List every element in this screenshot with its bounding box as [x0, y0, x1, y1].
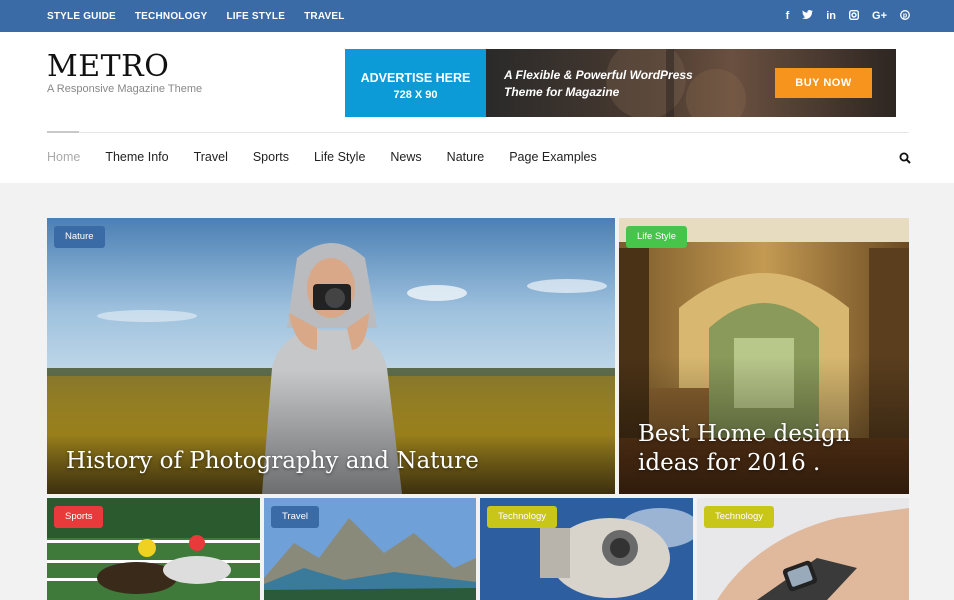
category-badge-technology-2[interactable]: Technology	[704, 506, 775, 528]
nav-item-home[interactable]: Home	[47, 150, 80, 164]
top-link-travel[interactable]: TRAVEL	[304, 11, 344, 22]
featured-title-2-line-2: ideas for 2016 .	[638, 450, 821, 476]
buy-now-button[interactable]: BUY NOW	[775, 68, 872, 98]
instagram-icon[interactable]	[849, 9, 860, 23]
site-header: METRO A Responsive Magazine Theme ADVERT…	[0, 32, 954, 183]
ad-placeholder-title: ADVERTISE HERE	[360, 71, 471, 85]
active-nav-indicator	[47, 131, 79, 133]
facebook-icon[interactable]: f	[786, 10, 790, 22]
nav-item-travel[interactable]: Travel	[194, 150, 228, 164]
ad-text-line-1: A Flexible & Powerful WordPress	[504, 68, 693, 82]
svg-text:p: p	[903, 12, 907, 19]
top-link-style-guide[interactable]: STYLE GUIDE	[47, 11, 116, 22]
nav-item-nature[interactable]: Nature	[447, 150, 485, 164]
nav-item-page-examples[interactable]: Page Examples	[509, 150, 597, 164]
nav-item-sports[interactable]: Sports	[253, 150, 289, 164]
thumb-post-sports[interactable]: Sports	[47, 498, 260, 600]
category-badge-travel[interactable]: Travel	[271, 506, 320, 528]
site-logo[interactable]: METRO	[47, 49, 169, 84]
ad-text-line-2: Theme for Magazine	[504, 85, 620, 99]
featured-title-2-line-1: Best Home design	[638, 421, 851, 447]
main-nav: Home Theme Info Travel Sports Life Style…	[47, 150, 622, 164]
header-divider	[47, 132, 909, 133]
top-link-life-style[interactable]: LIFE STYLE	[226, 11, 285, 22]
linkedin-icon[interactable]: in	[826, 10, 836, 22]
search-icon[interactable]	[899, 152, 911, 164]
featured-title-2[interactable]: Best Home design ideas for 2016 .	[638, 420, 851, 478]
nav-item-life-style[interactable]: Life Style	[314, 150, 365, 164]
top-nav: STYLE GUIDE TECHNOLOGY LIFE STYLE TRAVEL	[47, 0, 364, 32]
thumb-post-technology-2[interactable]: Technology	[697, 498, 909, 600]
ad-placeholder-size: 728 X 90	[393, 89, 438, 101]
category-badge-nature[interactable]: Nature	[54, 226, 105, 248]
thumb-post-technology-1[interactable]: Technology	[480, 498, 693, 600]
ad-text: A Flexible & Powerful WordPress Theme fo…	[504, 67, 693, 101]
top-link-technology[interactable]: TECHNOLOGY	[135, 11, 208, 22]
pinterest-icon[interactable]: p	[900, 9, 910, 23]
category-badge-technology-1[interactable]: Technology	[487, 506, 558, 528]
featured-title-1[interactable]: History of Photography and Nature	[66, 447, 479, 476]
nav-item-news[interactable]: News	[390, 150, 421, 164]
featured-post-life-style[interactable]: Life Style Best Home design ideas for 20…	[619, 218, 909, 494]
social-links: f in G+ p	[773, 0, 910, 32]
google-plus-icon[interactable]: G+	[872, 10, 887, 22]
site-tagline: A Responsive Magazine Theme	[47, 83, 203, 95]
category-badge-sports[interactable]: Sports	[54, 506, 104, 528]
ad-banner[interactable]: ADVERTISE HERE 728 X 90 A Flexible & Pow…	[345, 49, 896, 117]
nav-item-theme-info[interactable]: Theme Info	[105, 150, 168, 164]
category-badge-life-style[interactable]: Life Style	[626, 226, 688, 248]
top-bar: STYLE GUIDE TECHNOLOGY LIFE STYLE TRAVEL…	[0, 0, 954, 32]
ad-placeholder: ADVERTISE HERE 728 X 90	[345, 49, 486, 117]
thumb-post-travel[interactable]: Travel	[264, 498, 476, 600]
featured-post-nature[interactable]: Nature History of Photography and Nature	[47, 218, 615, 494]
twitter-icon[interactable]	[802, 9, 814, 23]
